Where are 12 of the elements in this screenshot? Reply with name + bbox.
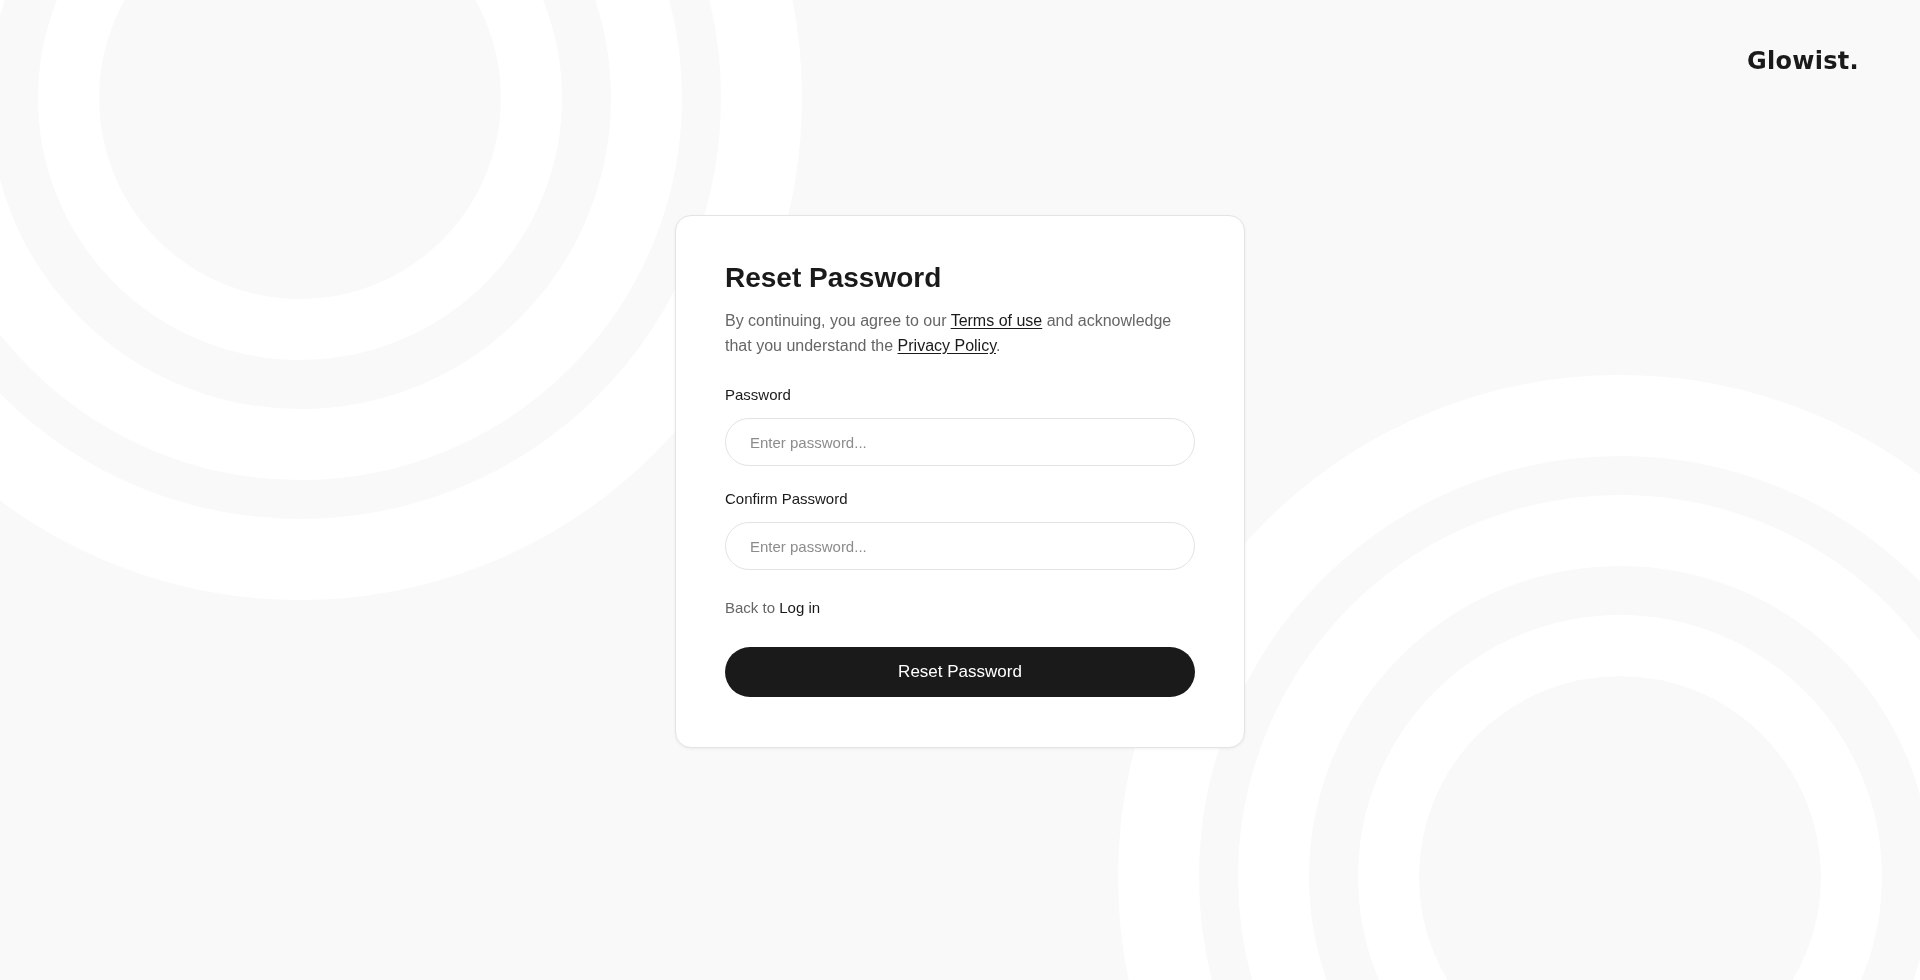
- field-label: Confirm Password: [725, 489, 848, 509]
- back-to-login-text: Back to Log in: [725, 598, 821, 618]
- confirm-password-field[interactable]: Enter password...: [725, 522, 1195, 570]
- terms-notice-text: By continuing, you agree to our Terms of use and acknowledge that you understand the Privacy Policy.: [725, 311, 1173, 356]
- terms-of-use-link[interactable]: Terms of use: [950, 312, 1043, 329]
- privacy-policy-link[interactable]: Privacy Policy: [897, 337, 996, 354]
- password-field[interactable]: Enter password...: [725, 418, 1195, 466]
- reset-password-button[interactable]: Reset Password: [725, 647, 1195, 697]
- brand-logo: Glowist.: [1746, 46, 1859, 77]
- log-in-link[interactable]: Log in: [779, 599, 821, 616]
- field-label: Password: [725, 385, 791, 405]
- card-title: Reset Password: [725, 261, 943, 295]
